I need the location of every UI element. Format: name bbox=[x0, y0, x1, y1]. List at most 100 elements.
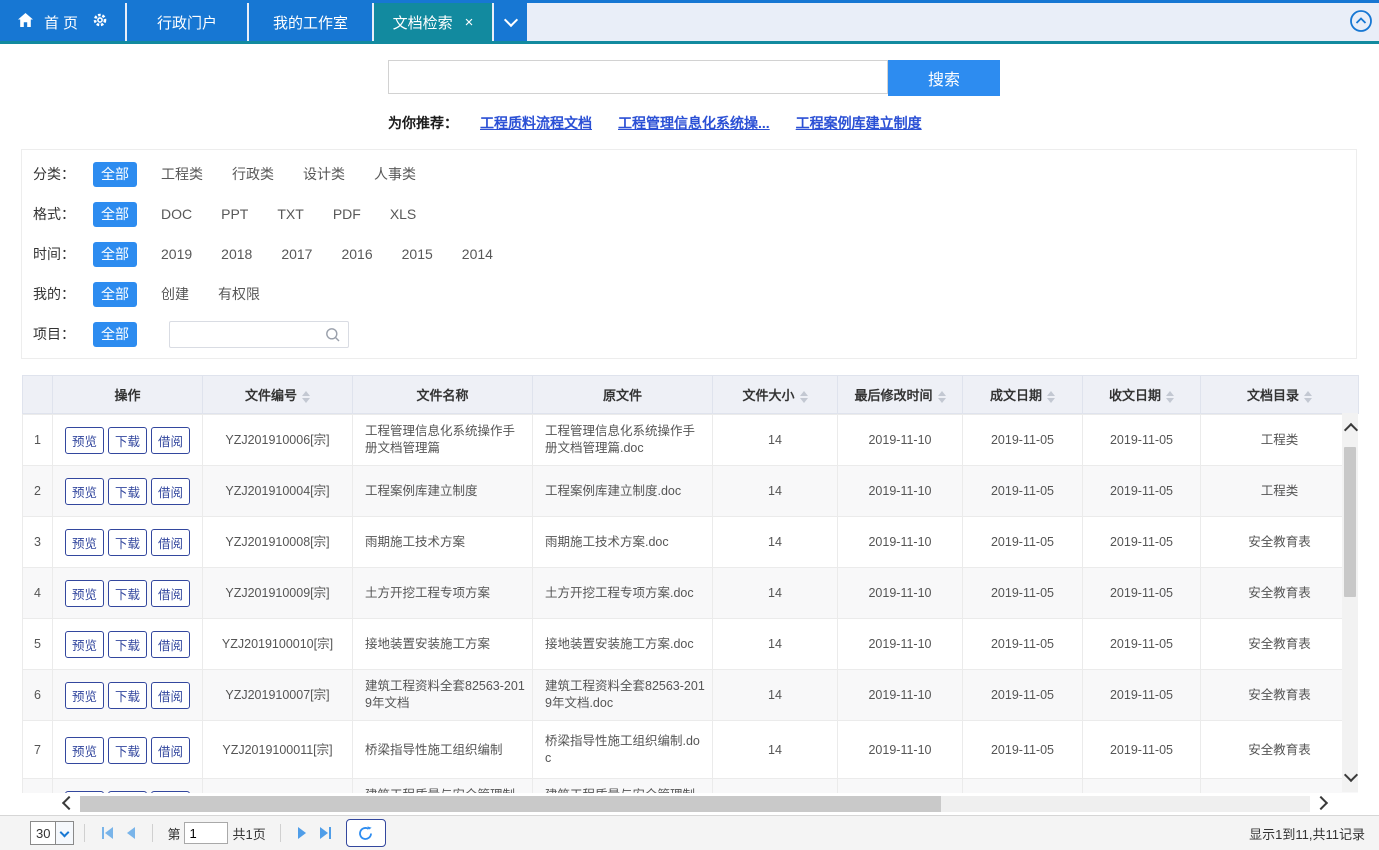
preview-button[interactable]: 预览 bbox=[65, 737, 104, 764]
row-actions: 预览下载借阅 bbox=[53, 568, 203, 619]
preview-button[interactable]: 预览 bbox=[65, 427, 104, 454]
filter-all-button[interactable]: 全部 bbox=[93, 322, 137, 347]
filter-option[interactable]: 设计类 bbox=[303, 164, 345, 184]
last-page-button[interactable] bbox=[320, 827, 331, 839]
page-size-select[interactable]: 30 bbox=[30, 821, 74, 845]
recommend-links: 工程质料流程文档 工程管理信息化系统操... 工程案例库建立制度 bbox=[480, 113, 922, 133]
download-button[interactable]: 下载 bbox=[108, 478, 147, 505]
filter-option[interactable]: 2016 bbox=[341, 246, 372, 262]
borrow-button[interactable]: 借阅 bbox=[151, 682, 190, 709]
column-header[interactable]: 文件编号 bbox=[203, 376, 353, 414]
nav-home-label[interactable]: 首页 bbox=[44, 12, 82, 33]
preview-button[interactable]: 预览 bbox=[65, 580, 104, 607]
filter-all-button[interactable]: 全部 bbox=[93, 162, 137, 187]
sort-icon[interactable] bbox=[1166, 391, 1174, 403]
filter-all-button[interactable]: 全部 bbox=[93, 282, 137, 307]
download-button[interactable]: 下载 bbox=[108, 737, 147, 764]
project-search-input[interactable] bbox=[169, 321, 349, 348]
column-header[interactable]: 成文日期 bbox=[963, 376, 1083, 414]
borrow-button[interactable]: 借阅 bbox=[151, 529, 190, 556]
table-row: 6预览下载借阅YZJ201910007[宗]建筑工程资料全套82563-2019… bbox=[23, 670, 1359, 721]
filter-option[interactable]: XLS bbox=[390, 206, 416, 222]
scroll-up-icon[interactable] bbox=[1344, 423, 1358, 437]
tab-admin-portal[interactable]: 行政门户 bbox=[127, 3, 247, 41]
preview-button[interactable]: 预览 bbox=[65, 529, 104, 556]
sort-icon[interactable] bbox=[1304, 391, 1312, 403]
column-header[interactable]: 收文日期 bbox=[1083, 376, 1201, 414]
tab-list-dropdown[interactable] bbox=[494, 3, 527, 41]
filter-option[interactable]: 有权限 bbox=[218, 284, 260, 304]
scroll-right-icon[interactable] bbox=[1314, 796, 1328, 810]
sort-icon[interactable] bbox=[1047, 391, 1055, 403]
search-input[interactable] bbox=[388, 60, 888, 94]
download-button[interactable]: 下载 bbox=[108, 631, 147, 658]
scroll-left-icon[interactable] bbox=[62, 796, 76, 810]
tab-my-studio[interactable]: 我的工作室 bbox=[249, 3, 372, 41]
preview-button[interactable]: 预览 bbox=[65, 478, 104, 505]
horizontal-scroll-thumb[interactable] bbox=[80, 796, 941, 812]
filter-option[interactable]: 2015 bbox=[402, 246, 433, 262]
prev-page-button[interactable] bbox=[127, 827, 135, 839]
recommend-link[interactable]: 工程质料流程文档 bbox=[480, 113, 592, 133]
close-tab-icon[interactable]: × bbox=[465, 15, 474, 30]
nav-home[interactable]: 首页 bbox=[0, 3, 125, 41]
sort-icon[interactable] bbox=[302, 391, 310, 403]
borrow-button[interactable]: 借阅 bbox=[151, 580, 190, 607]
file-size: 14 bbox=[713, 779, 838, 794]
vertical-scrollbar[interactable] bbox=[1342, 413, 1358, 792]
sort-icon[interactable] bbox=[800, 391, 808, 403]
filter-option[interactable]: 工程类 bbox=[161, 164, 203, 184]
doc-directory: 安全教育表 bbox=[1201, 721, 1359, 779]
table-body: 1预览下载借阅YZJ201910006[宗]工程管理信息化系统操作手册文档管理篇… bbox=[23, 415, 1359, 794]
column-header[interactable]: 文件大小 bbox=[713, 376, 838, 414]
chevron-down-icon[interactable] bbox=[55, 822, 73, 844]
preview-button[interactable]: 预览 bbox=[65, 631, 104, 658]
first-page-button[interactable] bbox=[102, 827, 113, 839]
sort-icon[interactable] bbox=[938, 391, 946, 403]
collapse-up-icon[interactable] bbox=[1349, 9, 1373, 33]
filter-option[interactable]: 2018 bbox=[221, 246, 252, 262]
borrow-button[interactable]: 借阅 bbox=[151, 478, 190, 505]
file-size: 14 bbox=[713, 517, 838, 568]
borrow-button[interactable]: 借阅 bbox=[151, 631, 190, 658]
modified-date: 2019-11-10 bbox=[838, 619, 963, 670]
download-button[interactable]: 下载 bbox=[108, 427, 147, 454]
filter-option[interactable]: PPT bbox=[221, 206, 248, 222]
filter-option[interactable]: PDF bbox=[333, 206, 361, 222]
filter-option[interactable]: 2019 bbox=[161, 246, 192, 262]
search-button[interactable]: 搜索 bbox=[888, 60, 1000, 96]
modified-date: 2019-11-10 bbox=[838, 517, 963, 568]
filter-option[interactable]: DOC bbox=[161, 206, 192, 222]
file-size: 14 bbox=[713, 466, 838, 517]
borrow-button[interactable]: 借阅 bbox=[151, 427, 190, 454]
recommend-link[interactable]: 工程管理信息化系统操... bbox=[618, 113, 770, 133]
filter-all-button[interactable]: 全部 bbox=[93, 242, 137, 267]
filter-option[interactable]: 2014 bbox=[462, 246, 493, 262]
gear-icon[interactable] bbox=[92, 12, 108, 32]
filter-option[interactable]: 2017 bbox=[281, 246, 312, 262]
horizontal-scrollbar[interactable] bbox=[22, 793, 1358, 815]
scroll-down-icon[interactable] bbox=[1344, 768, 1358, 782]
download-button[interactable]: 下载 bbox=[108, 580, 147, 607]
borrow-button[interactable]: 借阅 bbox=[151, 737, 190, 764]
preview-button[interactable]: 预览 bbox=[65, 682, 104, 709]
download-button[interactable]: 下载 bbox=[108, 529, 147, 556]
filter-option[interactable]: 创建 bbox=[161, 284, 189, 304]
column-header[interactable]: 最后修改时间 bbox=[838, 376, 963, 414]
tab-document-search[interactable]: 文档检索 × bbox=[374, 3, 492, 41]
horizontal-scroll-track[interactable] bbox=[80, 796, 1310, 812]
next-page-button[interactable] bbox=[298, 827, 306, 839]
refresh-button[interactable] bbox=[346, 819, 386, 847]
filter-option[interactable]: TXT bbox=[277, 206, 303, 222]
home-icon[interactable] bbox=[17, 12, 34, 32]
magnifier-icon[interactable] bbox=[325, 327, 341, 346]
original-file: 接地装置安装施工方案.doc bbox=[533, 619, 713, 670]
recommend-link[interactable]: 工程案例库建立制度 bbox=[796, 113, 922, 133]
filter-option[interactable]: 人事类 bbox=[374, 164, 416, 184]
page-number-input[interactable] bbox=[184, 822, 228, 844]
vertical-scroll-thumb[interactable] bbox=[1344, 447, 1356, 597]
filter-option[interactable]: 行政类 bbox=[232, 164, 274, 184]
download-button[interactable]: 下载 bbox=[108, 682, 147, 709]
filter-all-button[interactable]: 全部 bbox=[93, 202, 137, 227]
column-header[interactable]: 文档目录 bbox=[1201, 376, 1359, 414]
